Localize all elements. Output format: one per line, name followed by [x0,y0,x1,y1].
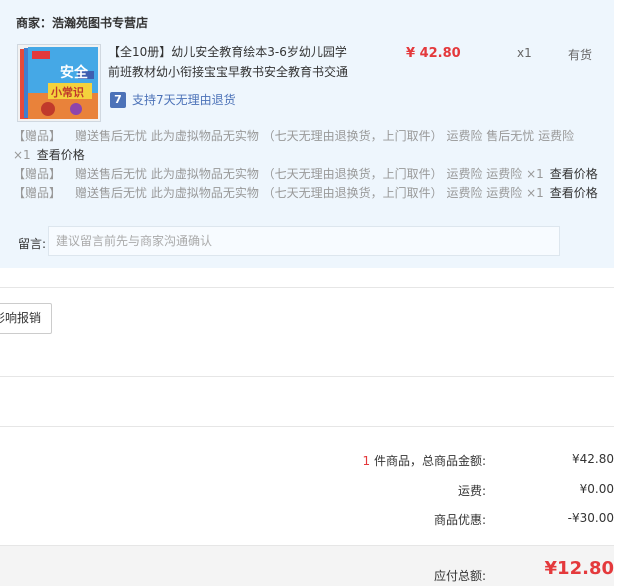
return-policy-badge[interactable]: 7 支持7天无理由退货 [110,91,236,108]
gift-tag: 【赠品】 [13,186,62,200]
thumb-title-bottom: 小常识 [50,85,84,99]
goods-count-label: 1 件商品，总商品金额: [363,452,487,469]
shop-label: 商家： [16,16,53,30]
product-price: ¥ 42.80 [406,46,461,61]
stock-status: 有货 [568,48,593,62]
discount-label: 商品优惠: [433,513,486,527]
gift-row: 【赠品】 赠送售后无忧 此为虚拟物品无实物 （七天无理由退换货，上门取件） 运费险… [13,165,598,182]
gift-qty: ×1 [13,148,31,162]
message-input[interactable]: 建议留言前先与商家沟通确认 [48,226,560,256]
goods-count-suffix: 件商品，总商品金额: [370,454,486,468]
gift-row: 【赠品】 赠送售后无忧 此为虚拟物品无实物 （七天无理由退换货，上门取件） 运费险… [13,127,574,144]
discount-value: -¥30.00 [567,511,614,525]
product-title-link[interactable]: 【全10册】幼儿安全教育绘本3-6岁幼儿园学前班教材幼小衔接宝宝早教书安全教育书… [108,42,358,82]
shipping-label: 运费: [457,484,486,498]
report-button[interactable]: 影响报销 [0,303,52,334]
payable-label: 应付总额: [433,569,486,583]
message-label: 留言: [18,237,47,251]
goods-count: 1 [362,454,371,468]
thumb-title-top: 安全 [60,64,89,81]
shop-name[interactable]: 商家：浩瀚苑图书专营店 [16,14,148,31]
shop-order-block: 商家：浩瀚苑图书专营店 安全 小常识 【全10册】幼儿安全教育绘本3-6岁幼儿园… [0,0,614,268]
payable-total-bar: 应付总额: ¥12.80 [0,545,614,586]
gift-desc: 赠送售后无忧 此为虚拟物品无实物 （七天无理由退换货，上门取件） 运费险 运费险… [75,167,544,181]
gift-desc: 赠送售后无忧 此为虚拟物品无实物 （七天无理由退换货，上门取件） 运费险 售后无… [75,129,575,143]
product-thumbnail[interactable]: 安全 小常识 [17,44,101,122]
payable-total: ¥12.80 [544,558,614,579]
goods-total: ¥42.80 [572,452,614,466]
summary-goods-row: 1 件商品，总商品金额: ¥42.80 [0,452,615,472]
summary-discount-row: 商品优惠: -¥30.00 [0,511,614,531]
gift-desc: 赠送售后无忧 此为虚拟物品无实物 （七天无理由退换货，上门取件） 运费险 运费险… [75,186,544,200]
product-quantity: x1 [517,46,532,60]
divider [0,426,614,427]
return-policy-text: 支持7天无理由退货 [132,93,236,107]
view-price-link[interactable]: 查看价格 [550,167,598,181]
shop-name-text[interactable]: 浩瀚苑图书专营店 [52,16,148,30]
divider [0,287,614,288]
gift-tag: 【赠品】 [13,129,62,143]
shipping-value: ¥0.00 [579,482,614,496]
view-price-link[interactable]: 查看价格 [37,148,85,162]
gift-tag: 【赠品】 [13,167,62,181]
divider [0,376,614,377]
gift-row-continued: ×1 查看价格 [13,146,85,163]
seven-day-return-icon: 7 [110,91,126,108]
summary-shipping-row: 运费: ¥0.00 [0,482,614,502]
gift-row: 【赠品】 赠送售后无忧 此为虚拟物品无实物 （七天无理由退换货，上门取件） 运费险… [13,184,598,201]
view-price-link[interactable]: 查看价格 [550,186,598,200]
